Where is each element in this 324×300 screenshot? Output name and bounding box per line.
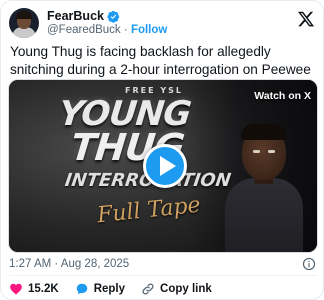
timestamp[interactable]: 1:27 AM · Aug 28, 2025 (9, 258, 129, 270)
verified-badge-icon (107, 10, 120, 23)
copy-link-button[interactable]: Copy link (141, 282, 212, 296)
info-icon[interactable] (302, 257, 316, 271)
separator-dot: · (123, 24, 128, 36)
action-bar: 15.2K Reply Copy link (9, 281, 228, 297)
tweet-card: FearBuck @FearedBuck · Follow Young Thug… (0, 0, 324, 300)
handle-row: @FearedBuck · Follow (47, 24, 167, 36)
like-count: 15.2K (28, 283, 59, 295)
heart-icon (10, 283, 22, 295)
author-name[interactable]: FearBuck (47, 9, 104, 23)
author-handle[interactable]: @FearedBuck (47, 24, 121, 36)
video-subject (225, 124, 303, 252)
divider (9, 275, 317, 276)
avatar[interactable] (9, 8, 39, 38)
watch-on-x-label[interactable]: Watch on X (254, 90, 311, 102)
x-logo-icon[interactable] (297, 10, 315, 28)
video-player[interactable]: FREE YSL YOUNG THUG INTERROGATION Full T… (8, 79, 318, 253)
copy-link-label: Copy link (160, 283, 212, 295)
follow-button[interactable]: Follow (131, 24, 167, 36)
link-icon (142, 283, 154, 295)
reply-label: Reply (93, 283, 126, 295)
tweet-header: FearBuck @FearedBuck · Follow (9, 8, 317, 38)
reply-button[interactable]: Reply (75, 282, 125, 296)
play-button[interactable] (143, 144, 187, 188)
play-icon (160, 156, 176, 176)
author-name-row: FearBuck (47, 9, 120, 23)
reply-icon (76, 283, 87, 295)
like-button[interactable]: 15.2K (9, 282, 59, 296)
